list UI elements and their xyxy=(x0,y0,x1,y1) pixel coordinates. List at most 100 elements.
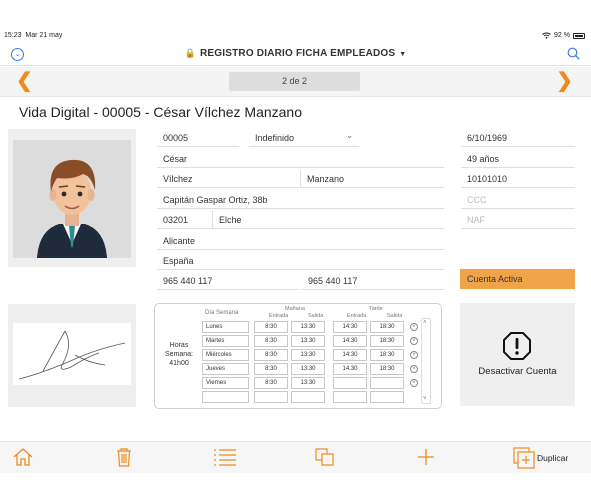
page-indicator: 2 de 2 xyxy=(229,72,360,91)
clear-row-icon[interactable]: × xyxy=(410,379,418,387)
hours-label-1: Horas xyxy=(169,342,189,349)
clear-row-icon[interactable]: × xyxy=(410,323,418,331)
plus-icon[interactable] xyxy=(416,447,436,467)
home-icon[interactable] xyxy=(12,447,34,467)
deactivate-account-label: Desactivar Cuenta xyxy=(478,366,557,377)
phone-1-field[interactable]: 965 440 117 xyxy=(157,272,299,290)
morning-out-cell[interactable] xyxy=(291,391,325,403)
last-name-2-field[interactable]: Manzano xyxy=(300,170,444,188)
trash-icon[interactable] xyxy=(115,447,133,467)
signature-icon xyxy=(18,330,126,380)
phone-2-field[interactable]: 965 440 117 xyxy=(302,272,444,290)
morning-header: Mañana xyxy=(285,306,305,312)
city-field[interactable]: Elche xyxy=(212,211,444,229)
birth-date-field[interactable]: 6/10/1969 xyxy=(461,129,575,147)
last-name-1-field[interactable]: Vílchez xyxy=(157,170,299,188)
morning-out-cell[interactable]: 13:30 xyxy=(291,363,325,375)
wifi-icon xyxy=(542,32,551,39)
duplicate-button-label[interactable]: Duplicar xyxy=(537,453,568,463)
morning-exit-header: Salida xyxy=(308,313,324,319)
account-status-badge: Cuenta Activa xyxy=(460,269,575,289)
weekly-schedule: Día Semana Mañana Tarde Entrada Salida E… xyxy=(154,303,442,409)
afternoon-in-cell[interactable]: 14:30 xyxy=(333,335,367,347)
afternoon-exit-header: Salida xyxy=(387,313,403,319)
battery-percent: 92 % xyxy=(554,32,570,39)
lock-icon: 🔒 xyxy=(184,48,196,58)
nav-bar: ⌄ 🔒 REGISTRO DIARIO FICHA EMPLEADOS ▼ xyxy=(0,42,591,66)
address-field[interactable]: Capitán Gaspar Ortiz, 38b xyxy=(157,191,444,209)
day-column-header: Día Semana xyxy=(205,310,239,316)
id-number-field[interactable]: 10101010 xyxy=(461,170,575,188)
chevron-right-icon[interactable]: ❯ xyxy=(556,70,573,92)
warning-octagon-icon xyxy=(503,332,531,360)
day-cell: Lunes xyxy=(202,321,249,333)
day-cell xyxy=(202,391,249,403)
day-cell: Jueves xyxy=(202,363,249,375)
morning-in-cell[interactable]: 8:30 xyxy=(254,377,288,389)
afternoon-out-cell[interactable] xyxy=(370,377,404,389)
afternoon-out-cell[interactable]: 18:30 xyxy=(370,335,404,347)
search-icon[interactable] xyxy=(567,47,580,60)
morning-in-cell[interactable] xyxy=(254,391,288,403)
morning-out-cell[interactable]: 13:30 xyxy=(291,377,325,389)
contract-type-select[interactable]: Indefinido ⌄ xyxy=(249,129,359,147)
employee-code-field[interactable]: 00005 xyxy=(157,129,239,147)
morning-out-cell[interactable]: 13:30 xyxy=(291,349,325,361)
afternoon-out-cell[interactable]: 18:30 xyxy=(370,363,404,375)
clear-row-icon[interactable]: × xyxy=(410,365,418,373)
morning-in-cell[interactable]: 8:30 xyxy=(254,335,288,347)
first-name-field[interactable]: César xyxy=(157,150,444,168)
morning-out-cell[interactable]: 13:30 xyxy=(291,321,325,333)
hours-label-2: Semana: xyxy=(164,351,194,358)
record-pager: ❮ 2 de 2 ❯ xyxy=(0,67,591,97)
afternoon-out-cell[interactable]: 18:30 xyxy=(370,321,404,333)
postal-code-field[interactable]: 03201 xyxy=(157,211,212,229)
list-icon[interactable] xyxy=(213,447,237,467)
clear-row-icon[interactable]: × xyxy=(410,351,418,359)
avatar-icon xyxy=(37,159,107,258)
schedule-scrollbar[interactable]: ˄ ˅ xyxy=(421,318,431,404)
day-cell: Miércoles xyxy=(202,349,249,361)
clear-row-icon[interactable]: × xyxy=(410,337,418,345)
afternoon-out-cell[interactable] xyxy=(370,391,404,403)
nav-title-button[interactable]: 🔒 REGISTRO DIARIO FICHA EMPLEADOS ▼ xyxy=(0,48,591,59)
afternoon-in-cell[interactable]: 14:30 xyxy=(333,349,367,361)
province-field[interactable]: Alicante xyxy=(157,232,444,250)
status-time-date: 15:23 Mar 21 may xyxy=(4,32,62,39)
morning-in-cell[interactable]: 8:30 xyxy=(254,321,288,333)
day-cell: Viernes xyxy=(202,377,249,389)
afternoon-in-cell[interactable] xyxy=(333,391,367,403)
duplicate-icon[interactable] xyxy=(513,447,535,469)
status-date: Mar 21 may xyxy=(25,32,63,39)
status-time: 15:23 xyxy=(4,32,22,39)
afternoon-entry-header: Entrada xyxy=(347,313,367,319)
contract-type-value: Indefinido xyxy=(255,133,295,143)
day-cell: Martes xyxy=(202,335,249,347)
chevron-down-icon: ⌄ xyxy=(346,131,353,140)
weekly-hours: Horas Semana: 41h00 xyxy=(159,341,199,368)
battery-icon xyxy=(573,32,585,39)
hours-value: 41h00 xyxy=(169,360,189,367)
record-title: Vida Digital - 00005 - César Vílchez Man… xyxy=(19,104,303,120)
morning-in-cell[interactable]: 8:30 xyxy=(254,363,288,375)
ccc-field[interactable]: CCC xyxy=(461,191,575,209)
country-field[interactable]: España xyxy=(157,252,444,270)
copy-icon[interactable] xyxy=(314,447,336,467)
afternoon-in-cell[interactable]: 14:30 xyxy=(333,363,367,375)
chevron-up-icon[interactable]: ˄ xyxy=(423,320,427,326)
naf-field[interactable]: NAF xyxy=(461,211,575,229)
status-right: 92 % xyxy=(542,32,585,39)
chevron-left-icon[interactable]: ❮ xyxy=(16,70,33,92)
signature-panel[interactable] xyxy=(8,304,136,407)
nav-title: REGISTRO DIARIO FICHA EMPLEADOS xyxy=(199,48,396,59)
afternoon-out-cell[interactable]: 18:30 xyxy=(370,349,404,361)
afternoon-in-cell[interactable] xyxy=(333,377,367,389)
photo-panel[interactable] xyxy=(8,129,136,267)
chevron-down-icon[interactable]: ˅ xyxy=(423,396,427,402)
age-field: 49 años xyxy=(461,150,575,168)
deactivate-account-button[interactable]: Desactivar Cuenta xyxy=(460,303,575,406)
afternoon-in-cell[interactable]: 14:30 xyxy=(333,321,367,333)
morning-in-cell[interactable]: 8:30 xyxy=(254,349,288,361)
morning-out-cell[interactable]: 13:30 xyxy=(291,335,325,347)
signature-image xyxy=(13,323,131,385)
